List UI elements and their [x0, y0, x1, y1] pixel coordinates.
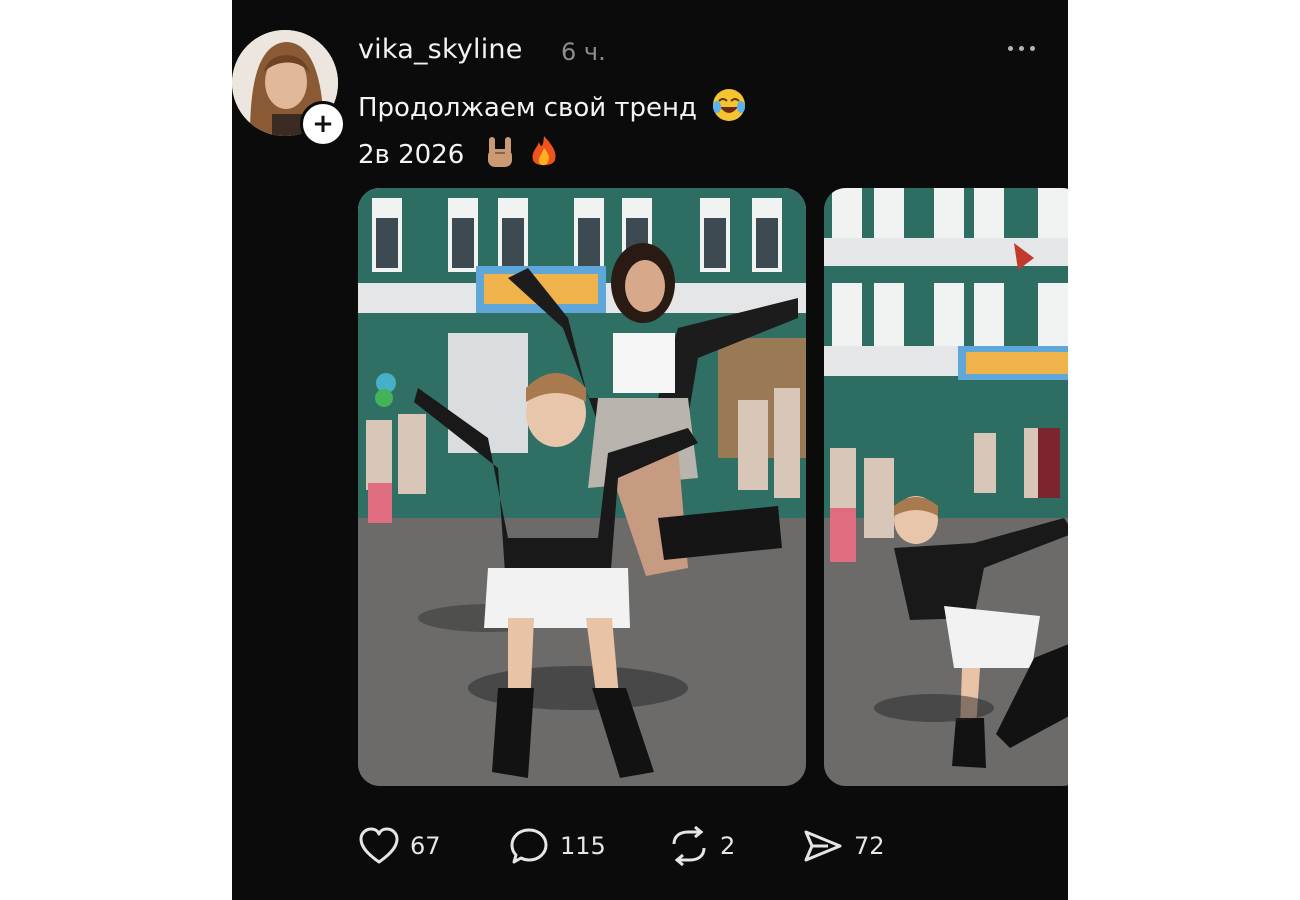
face-with-tears-of-joy-icon [711, 87, 747, 130]
follow-plus-icon[interactable]: + [300, 101, 346, 147]
caption-text-2: 2в 2026 [358, 140, 465, 170]
comment-count: 115 [560, 832, 606, 860]
sign-of-horns-icon [485, 135, 515, 176]
caption-line-2: 2в 2026 [358, 134, 559, 177]
caption-line-1: Продолжаем свой тренд [358, 87, 747, 130]
repost-button[interactable]: 2 [668, 826, 735, 866]
post-card: + vika_skyline 6 ч. Продолжаем свой трен… [232, 0, 1068, 900]
username[interactable]: vika_skyline [358, 34, 523, 65]
like-button[interactable]: 67 [358, 826, 441, 866]
post-photo-1[interactable] [358, 188, 806, 786]
more-dots-icon[interactable] [1008, 46, 1035, 51]
share-count: 72 [854, 832, 885, 860]
fire-icon [529, 134, 559, 177]
repost-icon [672, 826, 706, 866]
comment-button[interactable]: 115 [508, 826, 606, 866]
heart-icon [359, 827, 399, 864]
repost-count: 2 [720, 832, 736, 860]
share-button[interactable]: 72 [802, 826, 885, 866]
speech-bubble-icon [510, 828, 548, 864]
post-time: 6 ч. [561, 38, 606, 66]
post-photo-2[interactable] [824, 188, 1068, 786]
action-bar: 67 115 2 72 [358, 826, 1068, 870]
paper-plane-icon [804, 830, 842, 862]
caption-text-1: Продолжаем свой тренд [358, 93, 698, 123]
like-count: 67 [410, 832, 441, 860]
